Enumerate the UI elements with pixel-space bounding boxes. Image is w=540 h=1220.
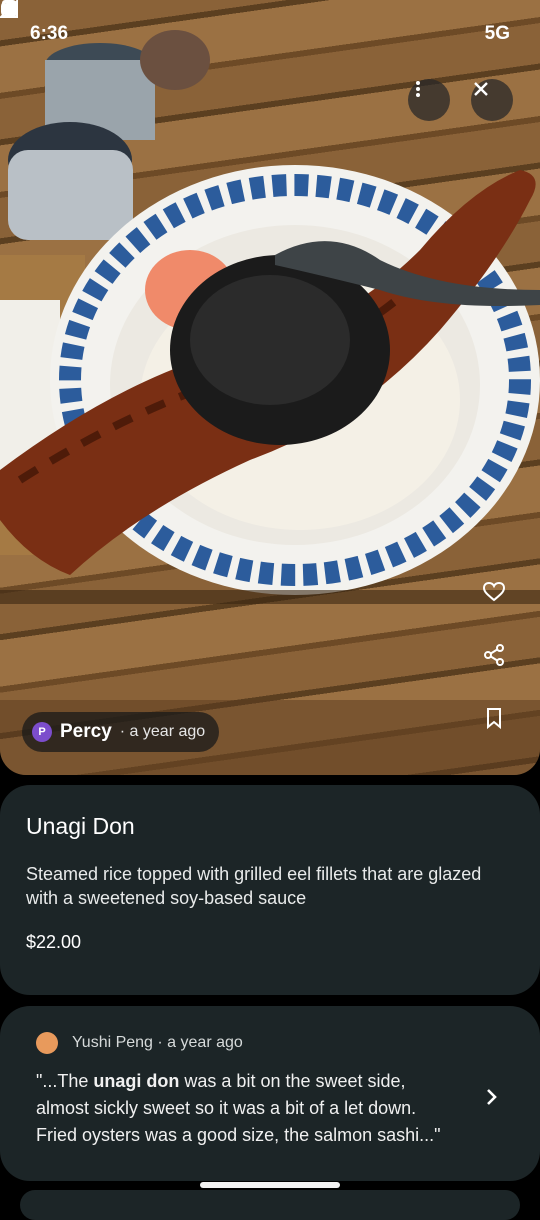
more-options-button[interactable] <box>408 79 450 121</box>
home-indicator[interactable] <box>200 1182 340 1188</box>
dish-title: Unagi Don <box>26 813 135 839</box>
chevron-right-icon[interactable] <box>480 1086 502 1108</box>
author-time: · a year ago <box>119 723 206 740</box>
share-icon <box>484 644 504 666</box>
dish-info-card: Unagi Don Steamed rice topped with grill… <box>0 785 540 995</box>
unagi-don-illustration <box>0 30 540 775</box>
review-snippet: "...The unagi don was a bit on the sweet… <box>36 1071 441 1145</box>
reviewer-name: Yushi Peng · a year ago <box>72 1034 243 1051</box>
like-button[interactable] <box>482 580 512 610</box>
close-icon <box>474 82 488 96</box>
reviewer-avatar <box>36 1032 58 1054</box>
dish-price: $22.00 <box>26 932 82 952</box>
author-name: Percy <box>60 721 112 742</box>
more-vert-icon <box>416 81 420 97</box>
review-highlight: unagi don <box>93 1071 180 1091</box>
review-card[interactable]: Yushi Peng · a year ago "...The unagi do… <box>0 1006 540 1181</box>
close-button[interactable] <box>471 79 513 121</box>
bookmark-icon <box>487 708 501 730</box>
food-photo[interactable]: 6:36 5G P Percy · a year ago <box>0 0 540 775</box>
network-label: 5G <box>484 23 510 44</box>
status-time: 6:36 <box>30 23 69 44</box>
share-button[interactable] <box>482 643 512 673</box>
heart-icon <box>482 581 506 602</box>
author-avatar: P <box>32 722 52 742</box>
battery-icon <box>5 1 14 17</box>
photo-author-chip[interactable]: P Percy · a year ago <box>22 712 220 752</box>
status-bar: 6:36 5G <box>0 0 540 68</box>
next-card-peek <box>20 1190 520 1220</box>
save-button[interactable] <box>482 706 512 736</box>
dish-description: Steamed rice topped with grilled eel fil… <box>26 864 482 908</box>
